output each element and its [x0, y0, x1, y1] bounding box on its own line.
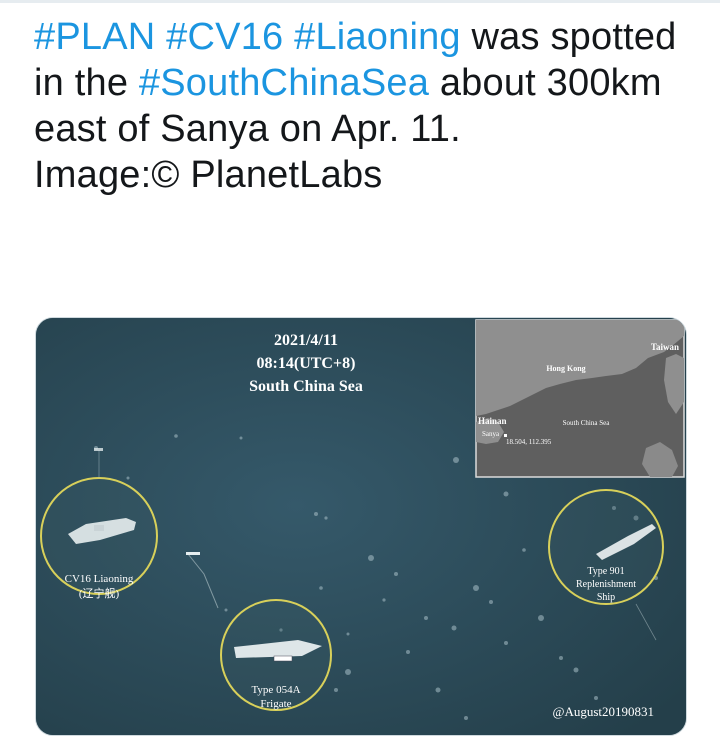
tweet-text-fragment [283, 16, 294, 58]
top-divider [0, 0, 720, 3]
image-time: 08:14(UTC+8) [257, 355, 356, 372]
tweet-text: #PLAN #CV16 #Liaoning was spotted in the… [34, 14, 694, 198]
inset-label-hong-kong: Hong Kong [546, 364, 585, 373]
satellite-image: 2021/4/11 08:14(UTC+8) South China Sea T… [36, 318, 686, 735]
inset-map: Taiwan Hong Kong Hainan Sanya South Chin… [475, 319, 685, 478]
distant-vessel-icon [94, 448, 103, 451]
callout-frigate: Type 054A Frigate [220, 599, 332, 711]
hashtag-link[interactable]: #CV16 [166, 16, 283, 58]
callout-replenishment-type: Type 901 [587, 566, 624, 577]
image-region: South China Sea [249, 378, 363, 395]
inset-label-hainan: Hainan [478, 416, 507, 426]
callout-frigate-type: Type 054A [251, 684, 300, 696]
hashtag-link[interactable]: #PLAN [34, 16, 155, 58]
tweet-text-fragment [155, 16, 166, 58]
callout-liaoning-title: CV16 Liaoning [65, 573, 134, 585]
inset-location-marker [504, 434, 507, 437]
small-vessel-icon [186, 552, 200, 555]
tweet-media-image[interactable]: 2021/4/11 08:14(UTC+8) South China Sea T… [35, 317, 687, 736]
callout-replenishment-ship: Ship [597, 592, 615, 603]
inset-label-sanya: Sanya [482, 430, 500, 438]
callout-replenishment-label: Replenishment [576, 579, 636, 590]
inset-label-sea: South China Sea [563, 419, 611, 427]
inset-label-taiwan: Taiwan [651, 342, 679, 352]
callout-liaoning-chinese: (辽宁舰) [79, 586, 120, 600]
image-date: 2021/4/11 [274, 332, 338, 349]
hashtag-link[interactable]: #SouthChinaSea [139, 62, 429, 104]
tweet-body: #PLAN #CV16 #Liaoning was spotted in the… [34, 16, 677, 150]
inset-coordinates: 18.504, 112.395 [506, 438, 552, 446]
carrier-island-icon [94, 525, 104, 531]
hashtag-link[interactable]: #Liaoning [294, 16, 461, 58]
image-credit: Image:© PlanetLabs [34, 154, 383, 196]
callout-frigate-label: Frigate [260, 698, 291, 710]
image-watermark: @August20190831 [552, 704, 654, 719]
frigate-id-tag [273, 655, 293, 662]
